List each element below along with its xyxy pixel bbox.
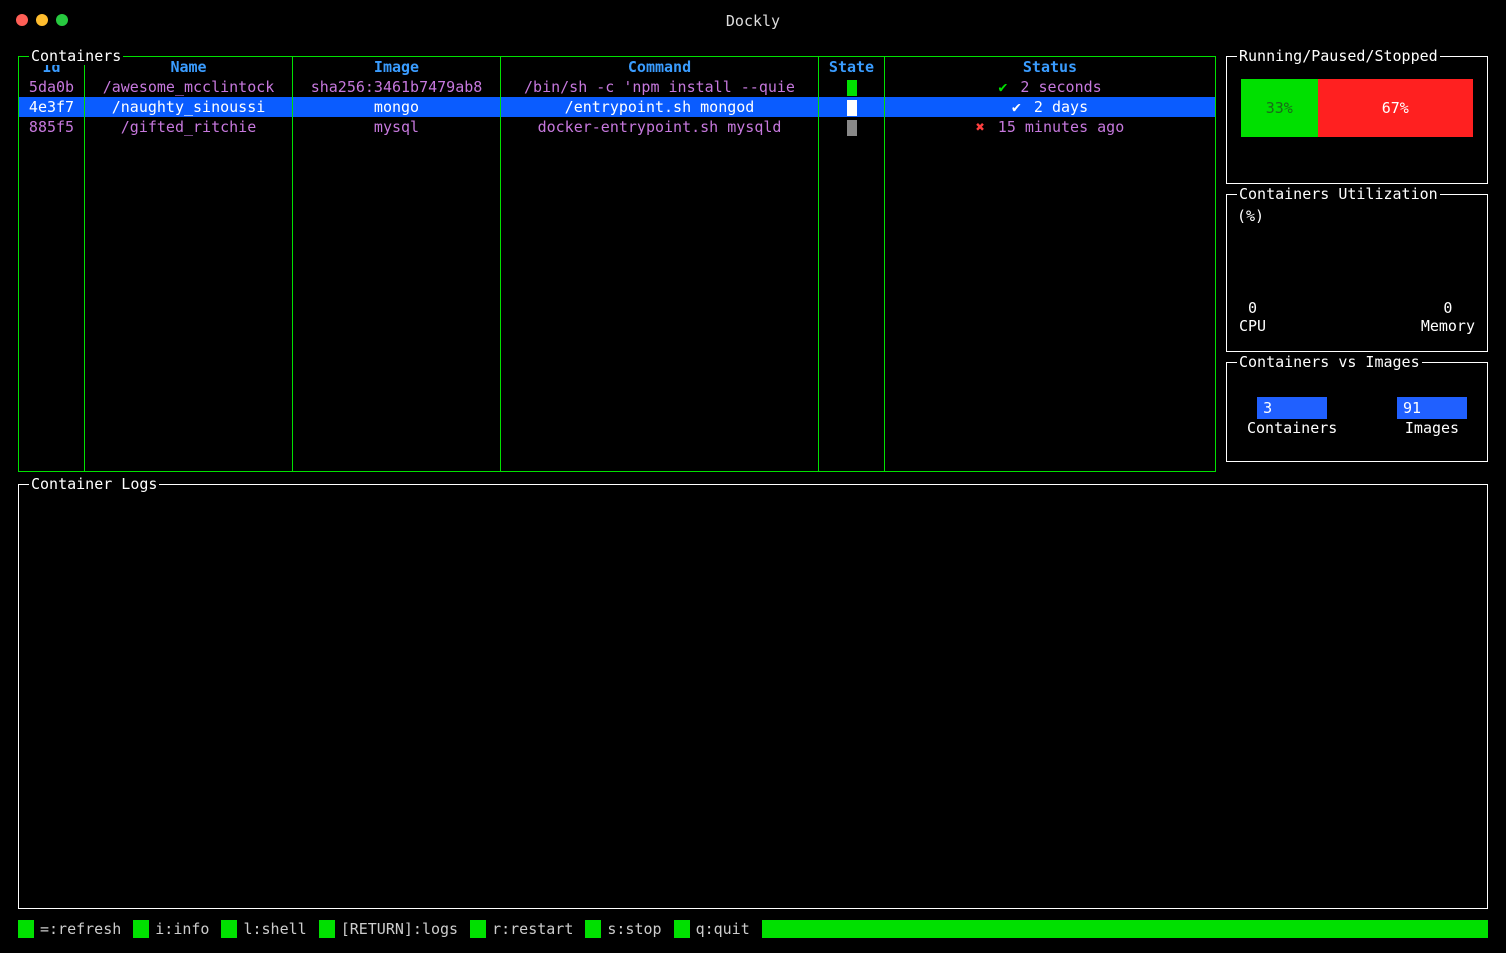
check-icon: ✔ [1012, 98, 1021, 116]
cell-name: /naughty_sinoussi [85, 97, 293, 117]
util-cpu-label: CPU [1239, 317, 1266, 335]
cell-image: mysql [293, 117, 501, 137]
container-logs-panel[interactable]: Container Logs [18, 484, 1488, 909]
cell-command: /bin/sh -c 'npm install --quie [501, 77, 819, 97]
col-header-status: Status [885, 57, 1215, 77]
col-header-state: State [819, 57, 885, 77]
col-header-image: Image [293, 57, 501, 77]
panel-label-cvi: Containers vs Images [1237, 353, 1422, 371]
panel-label-logs: Container Logs [29, 475, 159, 493]
util-mem-value: 0 [1421, 299, 1475, 317]
running-paused-stopped-panel: Running/Paused/Stopped 33%67% [1226, 56, 1488, 184]
shortcut-key-icon[interactable] [585, 920, 601, 938]
shortcut-key-icon[interactable] [133, 920, 149, 938]
cell-status: ✔ 2 seconds [885, 77, 1215, 97]
state-indicator-icon [847, 80, 857, 96]
util-cpu-value: 0 [1239, 299, 1266, 317]
rps-segment-red: 67% [1318, 79, 1473, 137]
shortcut-label: l:shell [237, 920, 318, 938]
cell-command: /entrypoint.sh mongod [501, 97, 819, 117]
table-row[interactable]: 885f5/gifted_ritchiemysqldocker-entrypoi… [19, 117, 1215, 137]
shortcut-label: r:restart [486, 920, 585, 938]
shortcut-key-icon[interactable] [319, 920, 335, 938]
footer-shortcuts: =:refresh i:info l:shell [RETURN]:logs r:res… [18, 919, 1488, 939]
shortcut-key-icon[interactable] [674, 920, 690, 938]
shortcut-key-icon[interactable] [221, 920, 237, 938]
table-header-row: Id Name Image Command State Status [19, 57, 1215, 77]
cell-id: 4e3f7 [19, 97, 85, 117]
shortcut-label: i:info [149, 920, 221, 938]
utilization-panel: Containers Utilization (%) 0 CPU 0 Memor… [1226, 194, 1488, 352]
check-icon: ✔ [998, 78, 1007, 96]
util-mem-label: Memory [1421, 317, 1475, 335]
table-row[interactable]: 4e3f7/naughty_sinoussimongo/entrypoint.s… [19, 97, 1215, 117]
footer-fill [762, 920, 1488, 938]
util-sublabel: (%) [1237, 207, 1477, 225]
shortcut-label: [RETURN]:logs [335, 920, 470, 938]
cell-name: /gifted_ritchie [85, 117, 293, 137]
rps-segment-green: 33% [1241, 79, 1318, 137]
cvi-containers-value: 3 [1257, 397, 1327, 419]
panel-label-rps: Running/Paused/Stopped [1237, 47, 1440, 65]
shortcut-label: q:quit [690, 920, 762, 938]
col-header-command: Command [501, 57, 819, 77]
table-row[interactable]: 5da0b/awesome_mcclintocksha256:3461b7479… [19, 77, 1215, 97]
cvi-images: 91 Images [1397, 397, 1467, 437]
cell-name: /awesome_mcclintock [85, 77, 293, 97]
containers-panel: Containers Id Name Image Command State S… [18, 56, 1216, 472]
cell-state [819, 77, 885, 97]
rps-bar: 33%67% [1241, 79, 1473, 137]
panel-label-containers: Containers [29, 47, 123, 65]
shortcut-key-icon[interactable] [470, 920, 486, 938]
cell-image: mongo [293, 97, 501, 117]
cell-id: 5da0b [19, 77, 85, 97]
shortcut-key-icon[interactable] [18, 920, 34, 938]
state-indicator-icon [847, 120, 857, 136]
cross-icon: ✖ [976, 118, 985, 136]
cvi-containers-label: Containers [1247, 419, 1337, 437]
containers-table[interactable]: Id Name Image Command State Status 5da0b… [19, 57, 1215, 471]
util-mem: 0 Memory [1421, 299, 1475, 335]
state-indicator-icon [847, 100, 857, 116]
panel-label-util: Containers Utilization [1237, 185, 1440, 203]
cell-state [819, 117, 885, 137]
app-title: Dockly [0, 12, 1506, 30]
cell-command: docker-entrypoint.sh mysqld [501, 117, 819, 137]
cvi-images-label: Images [1397, 419, 1467, 437]
shortcut-label: =:refresh [34, 920, 133, 938]
cell-image: sha256:3461b7479ab8 [293, 77, 501, 97]
cell-state [819, 97, 885, 117]
shortcut-label: s:stop [601, 920, 673, 938]
containers-vs-images-panel: Containers vs Images 3 Containers 91 Ima… [1226, 362, 1488, 462]
table-filler [19, 137, 1215, 471]
cell-id: 885f5 [19, 117, 85, 137]
cvi-containers: 3 Containers [1247, 397, 1337, 437]
util-cpu: 0 CPU [1239, 299, 1266, 335]
cell-status: ✖ 15 minutes ago [885, 117, 1215, 137]
cvi-images-value: 91 [1397, 397, 1467, 419]
cell-status: ✔ 2 days [885, 97, 1215, 117]
